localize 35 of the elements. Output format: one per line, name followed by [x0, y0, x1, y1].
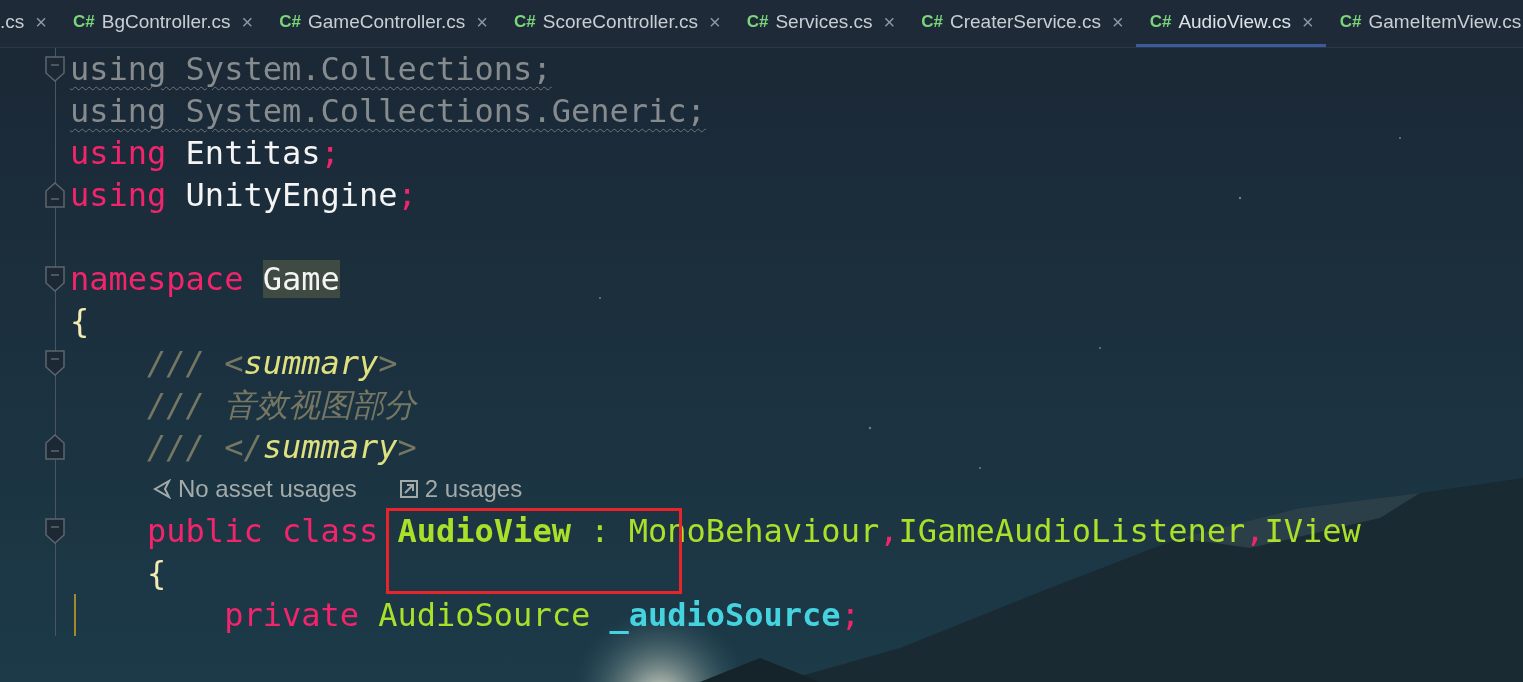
code-line: private AudioSource _audioSource; — [223, 595, 860, 636]
close-icon[interactable]: × — [241, 10, 254, 34]
close-icon[interactable]: × — [1111, 10, 1124, 34]
code-line: /// <summary> — [146, 343, 398, 384]
close-icon[interactable]: × — [476, 10, 488, 34]
editor-tab[interactable]: C# Services.cs × — [732, 0, 908, 47]
external-link-icon — [398, 479, 419, 499]
csharp-icon: C# — [921, 12, 943, 32]
editor-tab[interactable]: C# GameItemView.cs — [1325, 0, 1523, 47]
editor-tab[interactable]: C# CreaterService.cs × — [907, 0, 1136, 47]
close-icon[interactable]: × — [883, 10, 896, 34]
codelens-link[interactable]: 2 usages — [398, 475, 523, 503]
code-line: namespace Game — [70, 259, 340, 300]
editor-tab[interactable]: C# BgController.cs × — [58, 0, 266, 47]
code-line: using Entitas; — [70, 133, 340, 174]
csharp-icon: C# — [1339, 12, 1362, 32]
csharp-icon: C# — [72, 12, 95, 32]
csharp-icon: C# — [1149, 12, 1172, 32]
close-icon[interactable]: × — [708, 10, 721, 34]
code-line: { — [70, 301, 90, 342]
codelens-link[interactable]: No asset usages — [152, 475, 357, 503]
csharp-icon: C# — [514, 12, 536, 32]
code-line: using System.Collections.Generic; — [70, 91, 706, 132]
close-icon[interactable]: × — [35, 10, 47, 34]
editor-tab[interactable]: .cs × — [0, 0, 59, 47]
code-line: using UnityEngine; — [70, 175, 417, 216]
csharp-icon: C# — [279, 12, 301, 32]
editor-tab[interactable]: C# ScoreController.cs × — [500, 0, 733, 47]
close-icon[interactable]: × — [1302, 10, 1314, 34]
code-line: using System.Collections; — [70, 49, 552, 90]
code-line: { — [146, 553, 167, 594]
code-line: /// </summary> — [146, 427, 417, 468]
editor-tab[interactable]: C# GameController.cs × — [265, 0, 500, 47]
csharp-icon: C# — [746, 12, 769, 32]
code-line: /// 音效视图部分 — [146, 385, 417, 426]
